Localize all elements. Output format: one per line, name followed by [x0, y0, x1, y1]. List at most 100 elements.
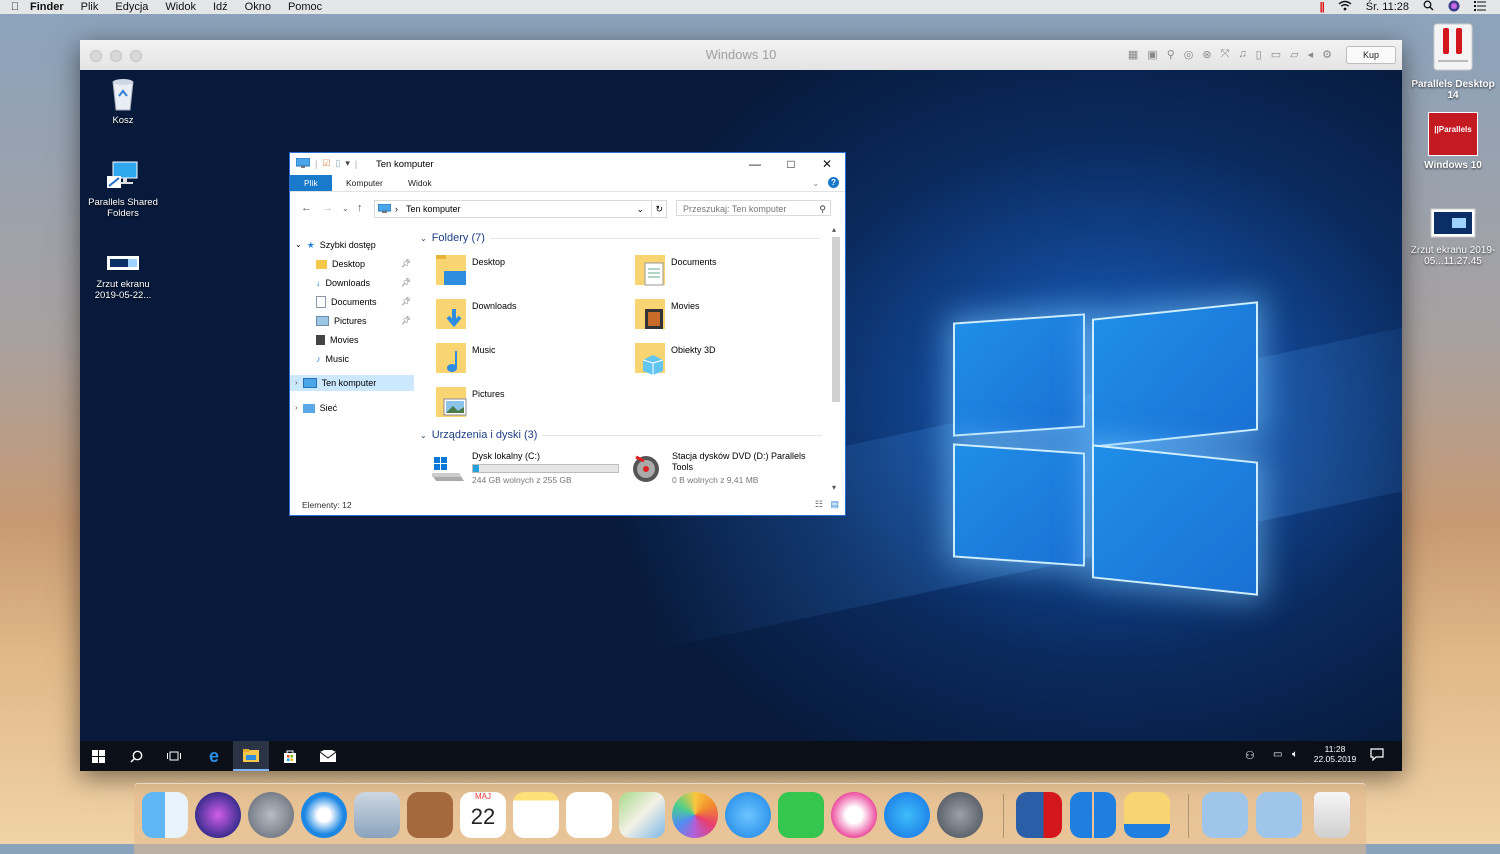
- chevron-down-icon[interactable]: ⌄: [295, 237, 302, 253]
- notes-dock-icon[interactable]: [513, 792, 559, 838]
- gear-icon[interactable]: ⚙: [1322, 48, 1332, 61]
- group-header-folders[interactable]: ⌄ Foldery (7): [420, 232, 820, 244]
- folder-item-downloads[interactable]: Downloads: [436, 297, 606, 337]
- menu-idz[interactable]: Idź: [213, 0, 228, 14]
- system-preferences-dock-icon[interactable]: [937, 792, 983, 838]
- vm-titlebar[interactable]: Windows 10 ▦ ▣ ⚲ ◎ ⊛ ⤧ ♫ ▯ ▭ ▱ ◂ ⚙ Kup: [80, 40, 1402, 71]
- address-bar[interactable]: › Ten komputer ⌄ ↻: [374, 200, 667, 218]
- siri-dock-icon[interactable]: [195, 792, 241, 838]
- finder-dock-icon[interactable]: [142, 792, 188, 838]
- refresh-icon[interactable]: ↻: [651, 201, 663, 217]
- content-scrollbar[interactable]: ▴ ▾: [830, 225, 842, 495]
- safari-dock-icon[interactable]: [301, 792, 347, 838]
- windows-explorer-dock-icon[interactable]: [1124, 792, 1170, 838]
- win-desktop-icon-shared-folders[interactable]: Parallels Shared Folders: [83, 158, 163, 219]
- scrollbar-thumb[interactable]: [832, 237, 840, 402]
- volume-icon[interactable]: 🔈︎: [1292, 749, 1298, 760]
- group-header-devices[interactable]: ⌄ Urządzenia i dyski (3): [420, 429, 823, 441]
- network-tray-icon[interactable]: ▭: [1273, 749, 1282, 760]
- search-box[interactable]: Przeszukaj: Ten komputer ⚲: [676, 200, 831, 216]
- printer-icon[interactable]: ▯: [1256, 48, 1262, 61]
- app-store-dock-icon[interactable]: [884, 792, 930, 838]
- keyboard-icon[interactable]: ▦: [1128, 48, 1138, 61]
- siri-icon[interactable]: [1448, 0, 1460, 15]
- folder-item-documents[interactable]: Documents: [635, 253, 805, 293]
- buy-button[interactable]: Kup: [1346, 46, 1396, 64]
- qat-dropdown-icon[interactable]: ▾: [345, 158, 350, 169]
- nav-item-downloads[interactable]: ↓ Downloads: [316, 275, 370, 291]
- forward-button[interactable]: →: [322, 202, 333, 214]
- menu-widok[interactable]: Widok: [165, 0, 196, 14]
- mail-button[interactable]: [310, 741, 346, 771]
- nav-item-movies[interactable]: Movies: [316, 332, 359, 348]
- nav-item-pictures[interactable]: Pictures: [316, 313, 367, 329]
- folder-item-movies[interactable]: Movies: [635, 297, 805, 337]
- windows-dock-icon[interactable]: [1070, 792, 1116, 838]
- maps-dock-icon[interactable]: [619, 792, 665, 838]
- up-button[interactable]: ↑: [357, 202, 363, 214]
- back-button[interactable]: ←: [301, 202, 312, 214]
- chevron-right-icon[interactable]: ›: [295, 375, 298, 391]
- folder-item-music[interactable]: Music: [436, 341, 606, 381]
- windows-apps-stack-dock-icon[interactable]: [1256, 792, 1302, 838]
- sound-icon[interactable]: ♫: [1238, 48, 1246, 61]
- nav-quick-access[interactable]: ⌄ ★ Szybki dostęp: [295, 237, 376, 253]
- mail-bird-dock-icon[interactable]: [354, 792, 400, 838]
- tiles-view-icon[interactable]: ▤: [830, 499, 839, 510]
- folder-item-pictures[interactable]: Pictures: [436, 385, 606, 425]
- pin-icon[interactable]: 📌︎: [401, 297, 411, 306]
- edge-button[interactable]: e: [196, 741, 232, 771]
- contacts-dock-icon[interactable]: [407, 792, 453, 838]
- menu-edycja[interactable]: Edycja: [115, 0, 148, 14]
- minimize-button[interactable]: —: [737, 153, 773, 175]
- notification-center-icon[interactable]: [1474, 0, 1486, 14]
- menu-finder[interactable]: Finder: [30, 0, 64, 14]
- itunes-dock-icon[interactable]: [831, 792, 877, 838]
- downloads-stack-dock-icon[interactable]: [1202, 792, 1248, 838]
- back-icon[interactable]: ◂: [1308, 48, 1314, 61]
- share-icon[interactable]: ⤧: [1221, 48, 1230, 61]
- cpu-icon[interactable]: ▣: [1147, 48, 1157, 61]
- messages-dock-icon[interactable]: [725, 792, 771, 838]
- address-path[interactable]: Ten komputer: [406, 201, 461, 217]
- file-explorer-taskbar-button[interactable]: [233, 741, 269, 771]
- win-desktop-icon-screenshot[interactable]: Zrzut ekranu 2019-05-22...: [83, 250, 163, 301]
- parallels-menu-icon[interactable]: ||: [1320, 1, 1325, 13]
- recent-locations-icon[interactable]: ⌄: [342, 204, 349, 213]
- scroll-up-icon[interactable]: ▴: [832, 225, 836, 234]
- taskbar-clock[interactable]: 11:28 22.05.2019: [1312, 744, 1358, 764]
- properties-icon[interactable]: ☑: [322, 158, 330, 169]
- maximize-button[interactable]: □: [773, 153, 809, 175]
- task-view-button[interactable]: [156, 741, 192, 771]
- address-dropdown-icon[interactable]: ⌄: [636, 201, 644, 217]
- camera-icon[interactable]: ▭: [1271, 48, 1281, 61]
- menu-pomoc[interactable]: Pomoc: [288, 0, 322, 14]
- folder-icon[interactable]: ▱: [1290, 48, 1298, 61]
- folder-item-3d-objects[interactable]: Obiekty 3D: [635, 341, 805, 381]
- wifi-icon[interactable]: [1338, 0, 1352, 14]
- pin-icon[interactable]: 📌︎: [401, 316, 411, 325]
- chevron-right-icon[interactable]: ›: [295, 400, 298, 416]
- people-icon[interactable]: ⚇: [1245, 749, 1255, 762]
- new-folder-icon[interactable]: ▯: [335, 158, 340, 169]
- nav-item-desktop[interactable]: Desktop: [316, 256, 365, 272]
- network-icon[interactable]: ⊛: [1202, 48, 1211, 61]
- help-icon[interactable]: ?: [828, 177, 839, 188]
- tab-komputer[interactable]: Komputer: [346, 175, 383, 191]
- win-desktop-icon-recycle-bin[interactable]: Kosz: [83, 76, 163, 126]
- close-button[interactable]: ✕: [809, 153, 845, 175]
- usb-icon[interactable]: ⚲: [1167, 48, 1175, 61]
- apple-icon[interactable]: : [0, 1, 30, 13]
- mac-desktop-icon-parallels[interactable]: Parallels Desktop 14: [1405, 22, 1500, 101]
- tab-widok[interactable]: Widok: [408, 175, 432, 191]
- mac-desktop-icon-windows10[interactable]: ||Parallels Windows 10: [1405, 112, 1500, 171]
- spotlight-icon[interactable]: [1423, 0, 1434, 14]
- ribbon-expand-icon[interactable]: ⌄: [812, 175, 819, 191]
- action-center-button[interactable]: [1370, 748, 1384, 763]
- launchpad-dock-icon[interactable]: [248, 792, 294, 838]
- drive-item-c[interactable]: Dysk lokalny (C:) 244 GB wolnych z 255 G…: [430, 449, 630, 489]
- menu-plik[interactable]: Plik: [81, 0, 99, 14]
- folder-item-desktop[interactable]: Desktop: [436, 253, 606, 293]
- parallels-dock-icon[interactable]: [1016, 792, 1062, 838]
- taskbar-search-button[interactable]: [118, 741, 154, 771]
